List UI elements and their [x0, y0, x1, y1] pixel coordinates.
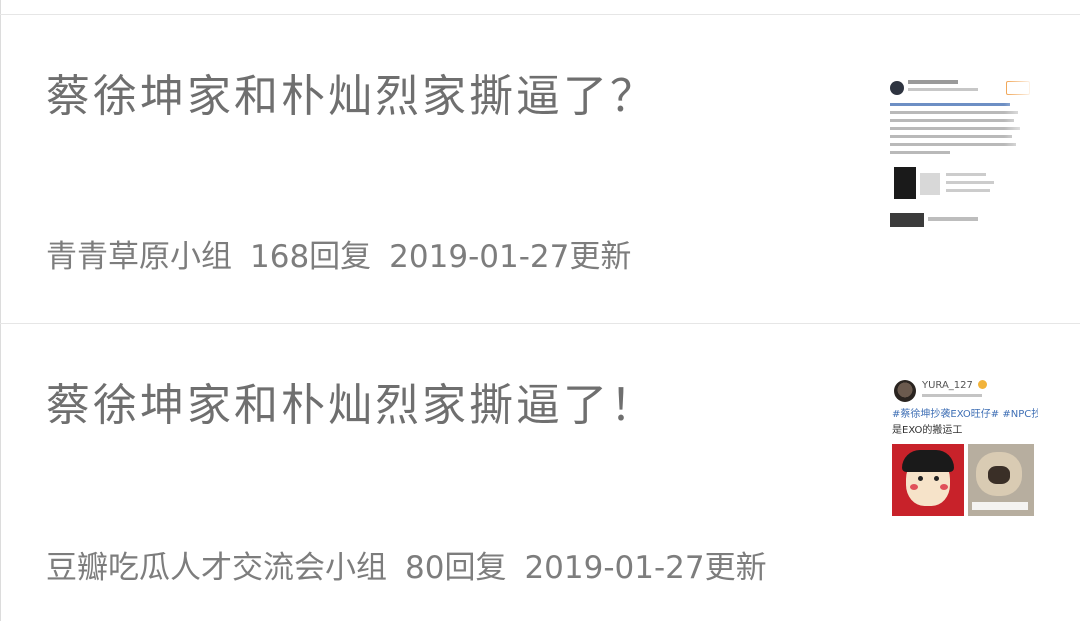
post-title[interactable]: 蔡徐坤家和朴灿烈家撕逼了！ [46, 378, 657, 434]
photo-image [890, 213, 924, 227]
post-reply-count: 80回复 [405, 550, 507, 586]
post-title[interactable]: 蔡徐坤家和朴灿烈家撕逼了？ [46, 69, 657, 125]
avatar [894, 380, 916, 402]
post-updated-date: 2019-01-27更新 [389, 239, 632, 275]
post-thumbnail[interactable] [884, 67, 1034, 227]
post-meta: 豆瓣吃瓜人才交流会小组 80回复 2019-01-27更新 [46, 548, 767, 588]
cartoon-face-image [892, 444, 964, 516]
thumbnail-text: 是EXO的搬运工 [892, 425, 963, 436]
post-thumbnail[interactable]: YURA_127 #蔡徐坤抄袭EXO旺仔# #NPC抄袭 是EXO的搬运工 [888, 372, 1038, 517]
post-group[interactable]: 豆瓣吃瓜人才交流会小组 [46, 550, 387, 586]
avatar [890, 81, 904, 95]
post-updated-date: 2019-01-27更新 [524, 550, 767, 586]
book-image [894, 167, 916, 199]
thumbnail-tags: #蔡徐坤抄袭EXO旺仔# #NPC抄袭 [892, 409, 1038, 420]
post-meta: 青青草原小组 168回复 2019-01-27更新 [46, 237, 631, 277]
post-item-2[interactable]: 蔡徐坤家和朴灿烈家撕逼了！ 豆瓣吃瓜人才交流会小组 80回复 2019-01-27更… [0, 324, 1080, 621]
post-group[interactable]: 青青草原小组 [46, 239, 232, 275]
post-list-screen: 蔡徐坤家和朴灿烈家撕逼了？ 青青草原小组 168回复 2019-01-27更新 [0, 0, 1080, 621]
thumbnail-username: YURA_127 [922, 380, 973, 391]
post-item-1[interactable]: 蔡徐坤家和朴灿烈家撕逼了？ 青青草原小组 168回复 2019-01-27更新 [0, 15, 1080, 323]
post-reply-count: 168回复 [250, 239, 372, 275]
badge-icon [978, 380, 987, 389]
